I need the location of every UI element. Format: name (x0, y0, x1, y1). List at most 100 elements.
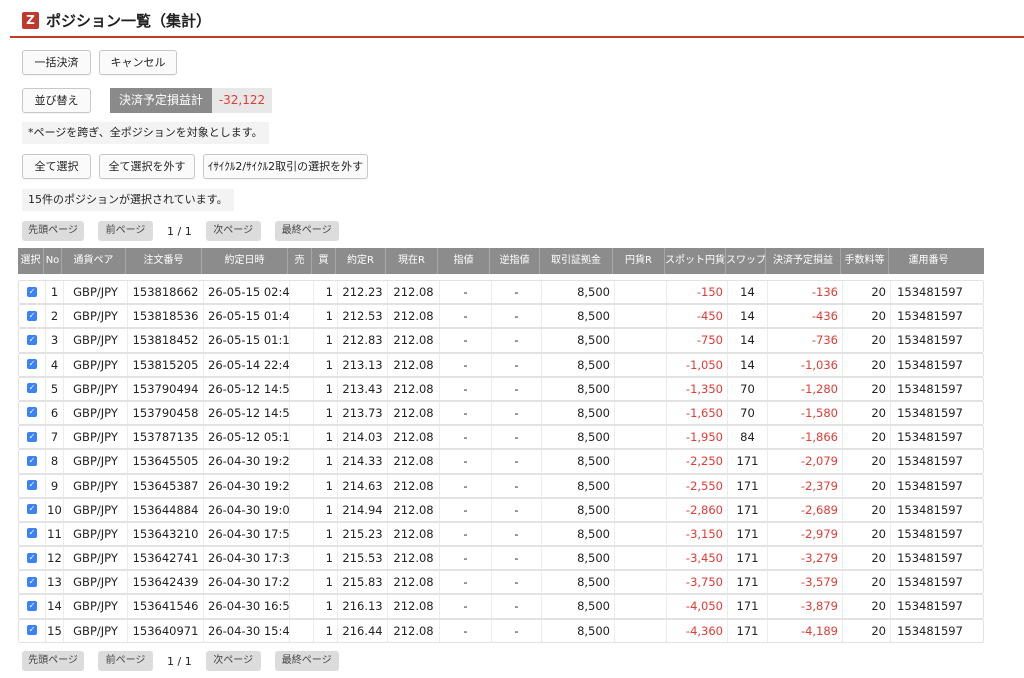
table-row[interactable]: ✓ 3 GBP/JPY 153818452 26-05-15 01:15 1 212.83 2… (18, 328, 984, 353)
table-cell: 212.08 (387, 281, 439, 304)
table-cell (289, 522, 313, 546)
table-cell: 153481597 (890, 353, 969, 376)
checkbox-checked-icon[interactable]: ✓ (27, 480, 37, 490)
table-cell: 153790494 (127, 377, 203, 400)
table-cell: 212.08 (387, 305, 439, 328)
checkbox-checked-icon[interactable]: ✓ (27, 383, 37, 394)
first-page-button[interactable]: 先頭ページ (22, 651, 84, 671)
table-cell (289, 547, 313, 570)
table-cell: 153481597 (890, 522, 969, 546)
table-row[interactable]: ✓ 7 GBP/JPY 153787135 26-05-12 05:11 1 214.03 2… (18, 425, 984, 450)
table-cell: 171 (727, 547, 767, 570)
select-cell: ✓ (19, 281, 45, 303)
table-cell: - (439, 281, 491, 304)
table-cell: 171 (727, 474, 767, 497)
table-cell: 1 (313, 329, 337, 352)
table-cell: -750 (666, 329, 727, 352)
checkbox-checked-icon[interactable]: ✓ (27, 455, 37, 466)
table-cell: 212.08 (387, 426, 439, 449)
checkbox-checked-icon[interactable]: ✓ (27, 359, 37, 370)
table-cell: 1 (313, 571, 337, 594)
table-cell: - (439, 619, 491, 642)
table-cell: 215.23 (337, 522, 387, 546)
table-cell: - (439, 450, 491, 473)
column-header: スポット円貨 (665, 248, 726, 274)
table-cell: 214.03 (337, 426, 387, 449)
table-cell: 1 (313, 401, 337, 425)
checkbox-checked-icon[interactable]: ✓ (27, 528, 37, 539)
checkbox-checked-icon[interactable]: ✓ (27, 431, 37, 442)
checkbox-checked-icon[interactable]: ✓ (27, 576, 37, 587)
table-cell: 8,500 (541, 329, 614, 352)
table-cell (289, 450, 313, 473)
checkbox-checked-icon[interactable]: ✓ (27, 286, 37, 297)
table-cell: 153481597 (890, 474, 969, 497)
checkbox-checked-icon[interactable]: ✓ (27, 504, 37, 515)
table-row[interactable]: ✓ 5 GBP/JPY 153790494 26-05-12 14:55 1 213.43 2… (18, 376, 984, 401)
table-cell: 212.83 (337, 329, 387, 352)
table-cell: 171 (727, 595, 767, 618)
table-row[interactable]: ✓ 14 GBP/JPY 153641546 26-04-30 16:57 1 216.13… (18, 594, 984, 619)
sort-button[interactable]: 並び替え (22, 88, 91, 113)
table-cell (614, 522, 666, 546)
table-cell: 212.08 (387, 547, 439, 570)
checkbox-checked-icon[interactable]: ✓ (27, 407, 37, 418)
table-cell: 1 (313, 619, 337, 642)
table-cell (289, 595, 313, 618)
deselect-all-button[interactable]: 全て選択を外す (99, 154, 195, 179)
table-row[interactable]: ✓ 6 GBP/JPY 153790458 26-05-12 14:55 1 213.73 2… (18, 400, 984, 426)
table-row[interactable]: ✓ 12 GBP/JPY 153642741 26-04-30 17:38 1 215.53… (18, 546, 984, 571)
table-cell: 3 (45, 329, 63, 352)
checkbox-checked-icon[interactable]: ✓ (27, 600, 37, 611)
table-cell: 14 (727, 305, 767, 328)
table-cell: 6 (45, 401, 63, 425)
table-row[interactable]: ✓ 15 GBP/JPY 153640971 26-04-30 15:48 1 216.44… (18, 618, 984, 643)
table-cell: -3,150 (666, 522, 727, 546)
first-page-button[interactable]: 先頭ページ (22, 221, 84, 241)
checkbox-checked-icon[interactable]: ✓ (27, 310, 37, 321)
table-cell: -436 (767, 305, 842, 328)
next-page-button[interactable]: 次ページ (205, 651, 261, 671)
table-cell: 153645387 (127, 474, 203, 497)
table-cell: 26-05-15 02:45 (203, 281, 289, 304)
deselect-cycle-button[interactable]: ｲｻｲｸﾙ2/ｻｲｸﾙ2取引の選択を外す (203, 154, 368, 179)
table-cell: 153818536 (127, 305, 203, 328)
checkbox-checked-icon[interactable]: ✓ (27, 552, 37, 563)
table-cell (289, 498, 313, 521)
checkbox-checked-icon[interactable]: ✓ (27, 625, 37, 636)
table-cell: 26-05-12 05:11 (203, 426, 289, 449)
table-cell: 84 (727, 426, 767, 449)
last-page-button[interactable]: 最終ページ (274, 221, 339, 241)
table-cell: 20 (842, 426, 890, 449)
table-cell: - (439, 305, 491, 328)
bulk-settle-button[interactable]: 一括決済 (22, 50, 91, 75)
table-row[interactable]: ✓ 8 GBP/JPY 153645505 26-04-30 19:29 1 214.33 2… (18, 449, 984, 474)
table-row[interactable]: ✓ 10 GBP/JPY 153644884 26-04-30 19:09 1 214.94… (18, 497, 984, 522)
last-page-button[interactable]: 最終ページ (274, 651, 339, 671)
prev-page-button[interactable]: 前ページ (98, 651, 153, 671)
column-header: 注文番号 (126, 248, 202, 274)
table-row[interactable]: ✓ 13 GBP/JPY 153642439 26-04-30 17:21 1 215.83… (18, 570, 984, 595)
column-header: 選択 (18, 248, 44, 274)
select-all-button[interactable]: 全て選択 (22, 154, 91, 179)
table-row[interactable]: ✓ 4 GBP/JPY 153815205 26-05-14 22:44 1 213.13 2… (18, 352, 984, 377)
table-row[interactable]: ✓ 11 GBP/JPY 153643210 26-04-30 17:53 1 215.23… (18, 521, 984, 547)
table-row[interactable]: ✓ 1 GBP/JPY 153818662 26-05-15 02:45 1 212.23 2… (18, 280, 984, 305)
table-cell: 8,500 (541, 305, 614, 328)
next-page-button[interactable]: 次ページ (205, 221, 261, 241)
table-cell: 153643210 (127, 522, 203, 546)
table-cell (289, 474, 313, 497)
table-cell: -1,950 (666, 426, 727, 449)
cancel-button[interactable]: キャンセル (99, 50, 177, 75)
table-cell: 26-05-15 01:43 (203, 305, 289, 328)
table-cell (614, 595, 666, 618)
checkbox-checked-icon[interactable]: ✓ (27, 334, 37, 345)
select-cell: ✓ (19, 523, 45, 545)
table-row[interactable]: ✓ 2 GBP/JPY 153818536 26-05-15 01:43 1 212.53 2… (18, 304, 984, 329)
table-cell: 171 (727, 450, 767, 473)
table-cell: - (439, 329, 491, 352)
table-cell: 213.13 (337, 353, 387, 376)
page-indicator: 1 / 1 (167, 654, 192, 668)
prev-page-button[interactable]: 前ページ (98, 221, 153, 241)
table-row[interactable]: ✓ 9 GBP/JPY 153645387 26-04-30 19:28 1 214.63 2… (18, 473, 984, 498)
